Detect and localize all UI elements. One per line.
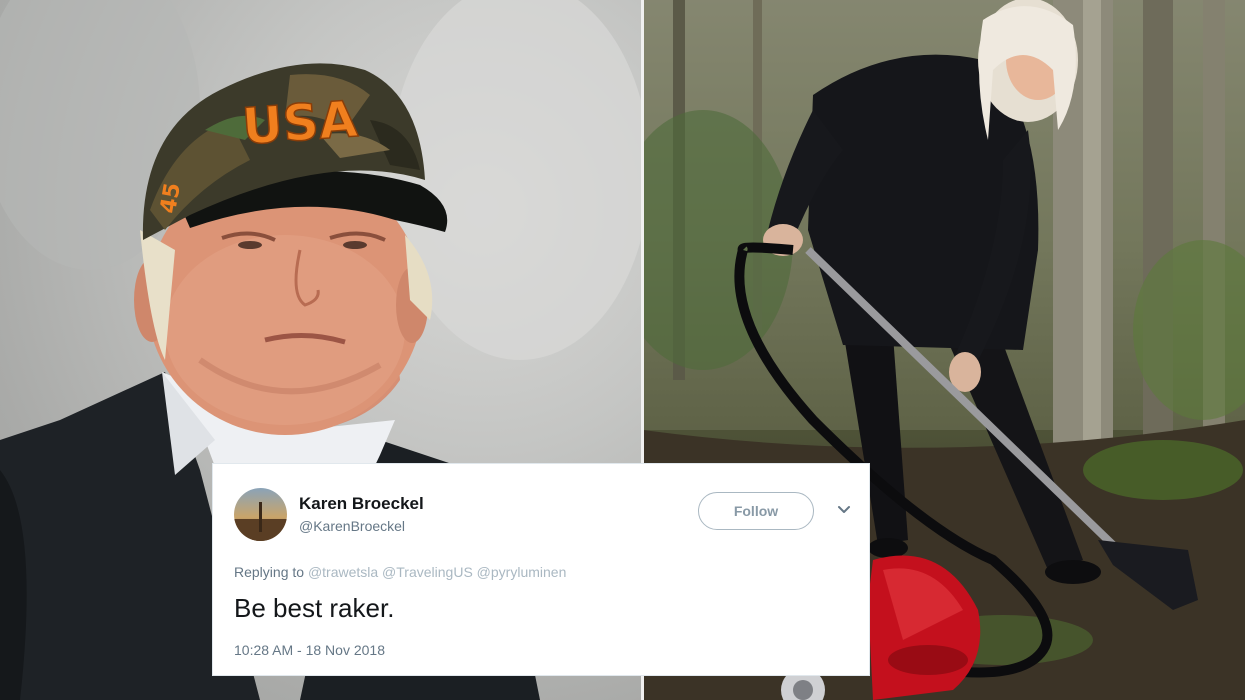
cap-number-text: 45 — [156, 181, 186, 216]
replying-to-label: Replying to — [234, 564, 305, 580]
tweet-card: Karen Broeckel @KarenBroeckel Follow Rep… — [212, 463, 870, 676]
cap-usa-text: USA — [240, 90, 359, 156]
tweet-timestamp[interactable]: 10:28 AM - 18 Nov 2018 — [234, 642, 385, 658]
tweet-text: Be best raker. — [234, 593, 395, 623]
chevron-down-icon[interactable] — [836, 501, 852, 517]
avatar-post — [259, 502, 262, 532]
user-handle[interactable]: @KarenBroeckel — [299, 518, 405, 534]
avatar[interactable] — [234, 488, 287, 541]
replying-to: Replying to @trawetsla @TravelingUS @pyr… — [234, 564, 566, 580]
replying-to-mentions[interactable]: @trawetsla @TravelingUS @pyryluminen — [308, 564, 566, 580]
follow-button[interactable]: Follow — [698, 492, 814, 530]
display-name[interactable]: Karen Broeckel — [299, 494, 424, 514]
